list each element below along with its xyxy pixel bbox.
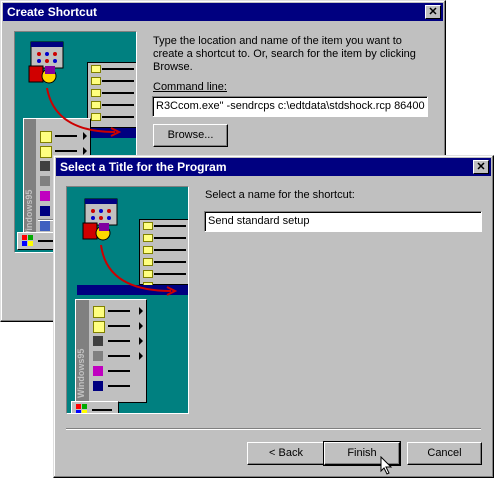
- create-shortcut-titlebar[interactable]: Create Shortcut ✕: [3, 3, 443, 21]
- command-line-label-text: Command line:: [153, 81, 227, 93]
- shortcut-name-label: Select a name for the shortcut:: [205, 189, 355, 201]
- cancel-button[interactable]: Cancel: [407, 442, 482, 465]
- command-line-input[interactable]: R3Ccom.exe" -sendrcps c:\edtdata\stdshoc…: [152, 96, 428, 117]
- create-shortcut-title: Create Shortcut: [7, 5, 98, 19]
- mouse-cursor-icon: [380, 456, 393, 475]
- arrow-icon: [100, 244, 178, 296]
- instructions-text: Type the location and name of the item y…: [153, 35, 416, 73]
- button-separator: [66, 428, 481, 430]
- close-icon[interactable]: ✕: [425, 5, 441, 19]
- close-icon[interactable]: ✕: [473, 160, 489, 174]
- select-title-titlebar[interactable]: Select a Title for the Program ✕: [56, 158, 491, 176]
- command-line-label: Command line:: [153, 81, 227, 93]
- browse-button[interactable]: Browse...: [153, 124, 228, 147]
- shortcut-name-input[interactable]: Send standard setup: [204, 211, 482, 232]
- back-button[interactable]: < Back: [247, 442, 325, 465]
- select-title-title: Select a Title for the Program: [60, 160, 227, 174]
- select-title-illustration: Windows95: [66, 186, 189, 414]
- select-title-window: Select a Title for the Program ✕ Windows…: [53, 155, 494, 478]
